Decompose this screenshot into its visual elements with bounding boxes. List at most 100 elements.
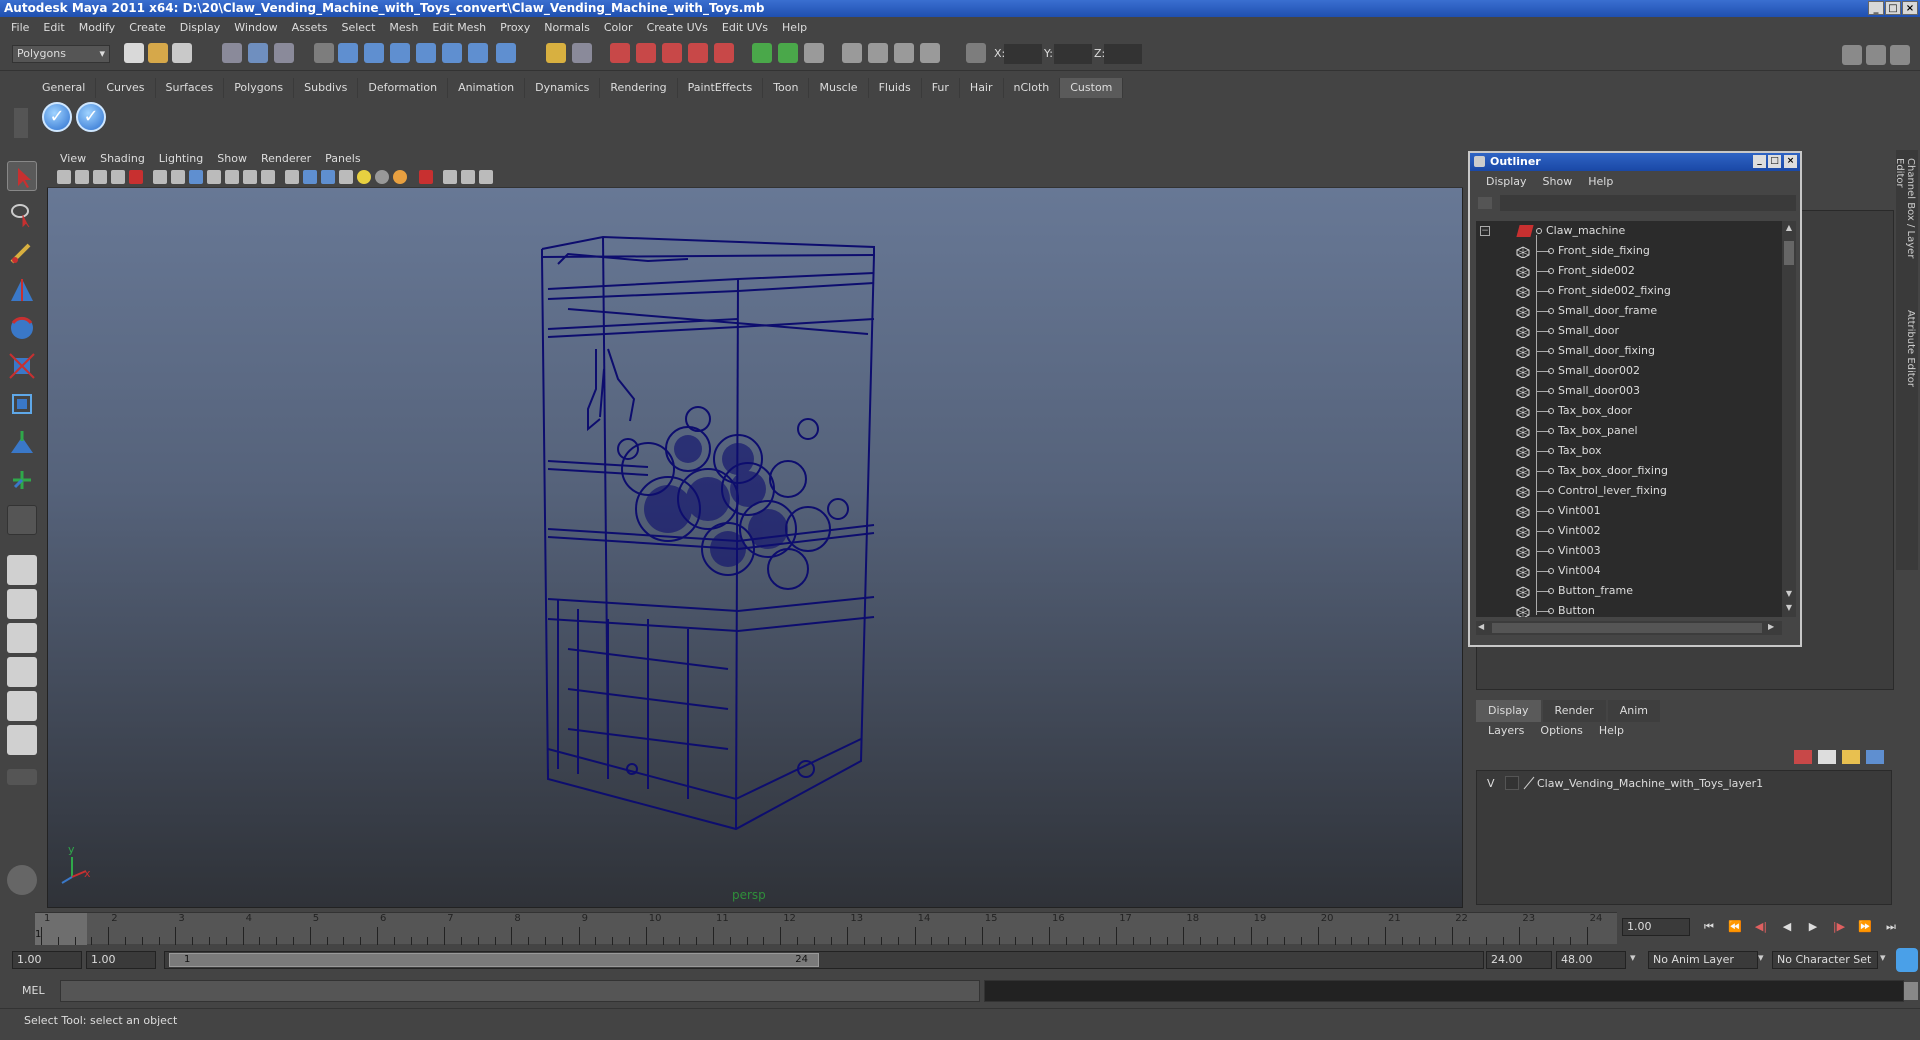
outliner-minimize-button[interactable]: _: [1753, 155, 1766, 168]
tree-row[interactable]: Vint004: [1476, 561, 1782, 581]
menu-display[interactable]: Display: [173, 21, 228, 34]
tree-row[interactable]: Tax_box_door_fixing: [1476, 461, 1782, 481]
vp-menu-shading[interactable]: Shading: [93, 152, 152, 165]
outliner-close-button[interactable]: ×: [1784, 155, 1797, 168]
show-hide-panel-icon[interactable]: [752, 43, 772, 63]
vp-menu-view[interactable]: View: [53, 152, 93, 165]
shelf-menu-handle[interactable]: [14, 108, 28, 138]
pick-mask-icon[interactable]: [314, 43, 334, 63]
snap-question-icon[interactable]: [496, 43, 516, 63]
camera-attributes-icon[interactable]: [75, 170, 89, 184]
select-hierarchy-icon[interactable]: [222, 43, 242, 63]
paint-select-icon[interactable]: [7, 237, 37, 267]
snap-surface-icon[interactable]: [442, 43, 462, 63]
menu-mesh[interactable]: Mesh: [382, 21, 425, 34]
outliner-maximize-button[interactable]: □: [1768, 155, 1781, 168]
maximize-button[interactable]: □: [1885, 1, 1901, 15]
tab-ncloth[interactable]: nCloth: [1004, 78, 1061, 98]
dope-sheet-icon[interactable]: [920, 43, 940, 63]
xray-components-icon[interactable]: [479, 170, 493, 184]
checkmark-icon[interactable]: ✓: [76, 102, 106, 132]
single-pane-layout-icon[interactable]: [7, 555, 37, 585]
render-view-icon[interactable]: [868, 43, 888, 63]
animation-start-field[interactable]: 1.00: [12, 951, 82, 969]
menu-file[interactable]: File: [4, 21, 36, 34]
tab-subdivs[interactable]: Subdivs: [294, 78, 359, 98]
resolution-gate-icon[interactable]: [189, 170, 203, 184]
isolate-select-icon[interactable]: [419, 170, 433, 184]
layer-menu-options[interactable]: Options: [1532, 724, 1590, 742]
outliner-menu-show[interactable]: Show: [1535, 175, 1581, 188]
outliner-persp-layout-icon[interactable]: [7, 623, 37, 653]
collapse-icon[interactable]: −: [1480, 226, 1490, 236]
channel-box-tab[interactable]: Channel Box / Layer Editor: [1894, 158, 1916, 288]
scroll-thumb[interactable]: [1784, 241, 1794, 265]
film-gate-icon[interactable]: [171, 170, 185, 184]
scale-tool-icon[interactable]: [7, 351, 37, 381]
select-object-icon[interactable]: [248, 43, 268, 63]
x-field[interactable]: [1004, 44, 1042, 64]
tree-row[interactable]: Small_door002: [1476, 361, 1782, 381]
tab-painteffects[interactable]: PaintEffects: [678, 78, 764, 98]
tree-row[interactable]: Tax_box_panel: [1476, 421, 1782, 441]
vp-menu-lighting[interactable]: Lighting: [152, 152, 210, 165]
persp-graph-layout-icon[interactable]: [7, 725, 37, 755]
tree-row[interactable]: Vint001: [1476, 501, 1782, 521]
new-empty-layer-icon[interactable]: [1818, 750, 1836, 764]
outliner-search-input[interactable]: [1500, 195, 1796, 211]
range-slider-handle[interactable]: 1 24: [169, 953, 819, 967]
outliner-title-bar[interactable]: Outliner _ □ ×: [1470, 153, 1800, 171]
chevron-down-icon[interactable]: ▾: [1630, 951, 1640, 969]
attribute-editor-toggle-icon[interactable]: [1866, 45, 1886, 65]
z-field[interactable]: [1104, 44, 1142, 64]
new-layer-icon[interactable]: [1842, 750, 1860, 764]
tab-muscle[interactable]: Muscle: [809, 78, 869, 98]
attribute-editor-tab[interactable]: Attribute Editor: [1898, 310, 1916, 400]
playback-start-field[interactable]: 1.00: [86, 951, 156, 969]
soft-modification-icon[interactable]: [7, 427, 37, 457]
range-slider[interactable]: 1 24: [164, 951, 1484, 969]
menu-edit-uvs[interactable]: Edit UVs: [715, 21, 775, 34]
grease-pencil-icon[interactable]: [129, 170, 143, 184]
graph-editor-icon[interactable]: [894, 43, 914, 63]
select-component-icon[interactable]: [274, 43, 294, 63]
layer-visibility-toggle[interactable]: V: [1487, 777, 1495, 790]
tree-row[interactable]: Vint003: [1476, 541, 1782, 561]
rotate-tool-icon[interactable]: [7, 313, 37, 343]
chevron-down-icon[interactable]: ▾: [1758, 951, 1768, 969]
lasso-tool-icon[interactable]: [7, 199, 37, 229]
vp-menu-panels[interactable]: Panels: [318, 152, 367, 165]
snap-view-icon[interactable]: [468, 43, 488, 63]
layout-toggle-icon[interactable]: [1842, 45, 1862, 65]
tab-curves[interactable]: Curves: [96, 78, 156, 98]
go-to-start-icon[interactable]: ⏮: [1698, 918, 1720, 936]
hscroll-thumb[interactable]: [1492, 623, 1762, 633]
step-forward-key-icon[interactable]: ⏩: [1854, 918, 1876, 936]
wireframe-on-shaded-icon[interactable]: [321, 170, 335, 184]
scroll-down-icon[interactable]: ▼: [1783, 603, 1795, 615]
tab-animation[interactable]: Animation: [448, 78, 526, 98]
menu-create[interactable]: Create: [122, 21, 173, 34]
tab-fur[interactable]: Fur: [922, 78, 960, 98]
command-language-label[interactable]: MEL: [22, 984, 45, 997]
play-forward-icon[interactable]: ▶: [1802, 918, 1824, 936]
tree-row[interactable]: Button: [1476, 601, 1782, 617]
tree-row[interactable]: Front_side002_fixing: [1476, 281, 1782, 301]
tree-row[interactable]: Small_door003: [1476, 381, 1782, 401]
tree-row[interactable]: Button_frame: [1476, 581, 1782, 601]
input-output-icon[interactable]: [572, 43, 592, 63]
character-set-dropdown[interactable]: No Character Set: [1772, 951, 1878, 969]
safe-title-icon[interactable]: [261, 170, 275, 184]
menu-normals[interactable]: Normals: [537, 21, 597, 34]
graph-persp-layout-icon[interactable]: [7, 657, 37, 687]
script-editor-icon[interactable]: [1904, 982, 1918, 1000]
image-plane-icon[interactable]: [111, 170, 125, 184]
menu-assets[interactable]: Assets: [285, 21, 335, 34]
tree-row-root[interactable]: − Claw_machine: [1476, 221, 1782, 241]
outliner-horizontal-scrollbar[interactable]: ◀ ▶: [1476, 621, 1782, 635]
grid-toggle-icon[interactable]: [153, 170, 167, 184]
xray-icon[interactable]: [443, 170, 457, 184]
menu-window[interactable]: Window: [227, 21, 284, 34]
tab-hair[interactable]: Hair: [960, 78, 1004, 98]
bookmark-icon[interactable]: [93, 170, 107, 184]
